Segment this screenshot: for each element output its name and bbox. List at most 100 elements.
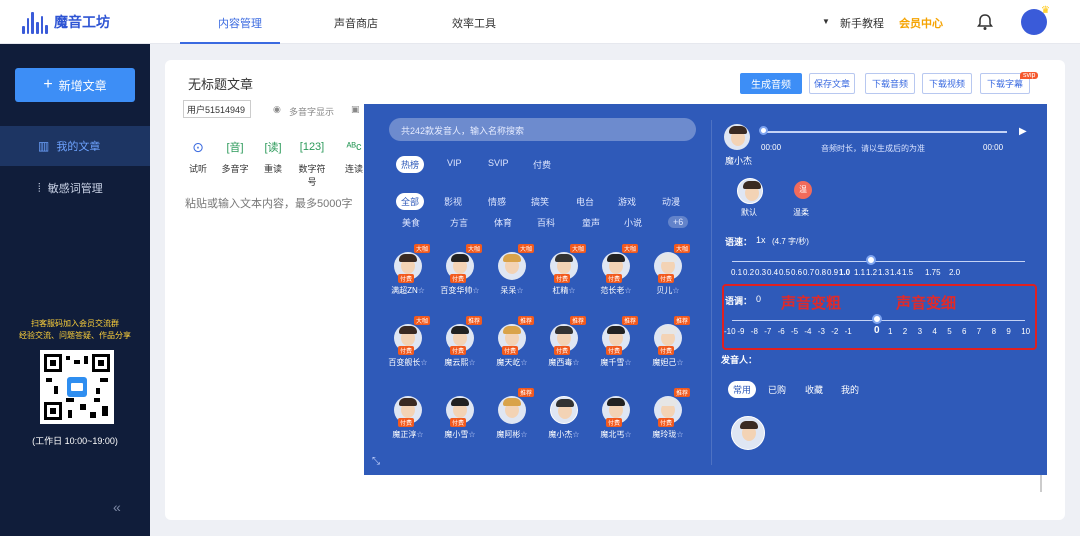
star-icon[interactable]: ☆ bbox=[572, 430, 579, 439]
star-icon[interactable]: ☆ bbox=[416, 430, 423, 439]
star-icon[interactable]: ☆ bbox=[676, 358, 683, 367]
voice-card[interactable]: 大咖 付费 百变舰长☆ bbox=[382, 316, 434, 368]
tab-paid[interactable]: 付费 bbox=[533, 158, 551, 171]
audio-progress-track[interactable] bbox=[762, 131, 1007, 133]
tool-number[interactable]: [123] 数字符号 bbox=[297, 138, 327, 188]
voice-card[interactable]: 魔小杰☆ bbox=[538, 396, 590, 440]
category-3[interactable]: 搞笑 bbox=[531, 195, 549, 208]
star-icon[interactable]: ☆ bbox=[468, 430, 475, 439]
generate-audio-button[interactable]: 生成音频 bbox=[740, 73, 802, 94]
play-icon[interactable]: ▶ bbox=[1019, 126, 1027, 137]
shrink-icon[interactable]: ⤡ bbox=[372, 456, 380, 467]
new-article-button[interactable]: + 新增文章 bbox=[15, 68, 135, 102]
star-icon[interactable]: ☆ bbox=[516, 286, 523, 295]
speaker-tab-common[interactable]: 常用 bbox=[728, 381, 757, 398]
voice-card[interactable]: 大咖 付费 范长老☆ bbox=[590, 244, 642, 296]
category-1[interactable]: 影视 bbox=[444, 195, 462, 208]
speaker-tab-fav[interactable]: 收藏 bbox=[805, 383, 823, 396]
speaker-tab-mine[interactable]: 我的 bbox=[841, 383, 859, 396]
voice-avatar: 大咖 付费 bbox=[394, 244, 430, 283]
voice-card[interactable]: 推荐 付费 魔玲珑☆ bbox=[642, 388, 694, 440]
voice-avatar: 推荐 付费 bbox=[602, 316, 638, 355]
voice-card[interactable]: 推荐 付费 魔云熙☆ bbox=[434, 316, 486, 368]
tab-tools[interactable]: 效率工具 bbox=[452, 15, 496, 31]
star-icon[interactable]: ☆ bbox=[672, 286, 679, 295]
star-icon[interactable]: ☆ bbox=[520, 430, 527, 439]
style-default[interactable] bbox=[737, 178, 763, 204]
voice-tag: 大咖 bbox=[621, 244, 638, 253]
category-0[interactable]: 全部 bbox=[396, 193, 425, 210]
category-6[interactable]: 动漫 bbox=[662, 195, 680, 208]
star-icon[interactable]: ☆ bbox=[624, 286, 631, 295]
category-2-0[interactable]: 美食 bbox=[402, 216, 420, 229]
tab-hot[interactable]: 热榜 bbox=[396, 156, 425, 173]
multi-display-toggle[interactable]: 多音字显示 bbox=[289, 105, 334, 118]
speed-track[interactable] bbox=[732, 261, 1025, 262]
audio-progress-thumb[interactable] bbox=[759, 126, 768, 135]
star-icon[interactable]: ☆ bbox=[568, 286, 575, 295]
save-article-button[interactable]: 保存文章 bbox=[809, 73, 855, 94]
collapse-sidebar-icon[interactable]: « bbox=[113, 499, 121, 515]
category-2[interactable]: 情感 bbox=[488, 195, 506, 208]
voice-card[interactable]: 大咖 付费 贝儿☆ bbox=[642, 244, 694, 296]
star-icon[interactable]: ☆ bbox=[472, 286, 479, 295]
tool-stress[interactable]: [读] 重读 bbox=[258, 138, 288, 175]
avatar[interactable]: ♛ bbox=[1021, 5, 1050, 35]
style-gentle-badge[interactable]: 温 bbox=[794, 181, 812, 199]
voice-card[interactable]: 推荐 付费 魔天屹☆ bbox=[486, 316, 538, 368]
voice-card[interactable]: 推荐 付费 魔西毒☆ bbox=[538, 316, 590, 368]
voice-search-input[interactable]: 共242款发音人，输入名称搜索 bbox=[389, 118, 696, 141]
speed-thumb[interactable] bbox=[866, 255, 876, 265]
voice-card[interactable]: 推荐 魔阿彬☆ bbox=[486, 388, 538, 440]
speed-tick: 1.0 bbox=[839, 268, 851, 277]
voice-card[interactable]: 大咖 呆呆☆ bbox=[486, 244, 538, 296]
category-2-2[interactable]: 体育 bbox=[494, 216, 512, 229]
category-2-3[interactable]: 百科 bbox=[537, 216, 555, 229]
star-icon[interactable]: ☆ bbox=[572, 358, 579, 367]
star-icon[interactable]: ☆ bbox=[520, 358, 527, 367]
article-title[interactable]: 无标题文章 bbox=[188, 74, 253, 93]
top-bar: 魔音工坊 内容管理 声音商店 效率工具 ▼ 新手教程 会员中心 ♛ bbox=[0, 0, 1080, 44]
category-2-4[interactable]: 童声 bbox=[582, 216, 600, 229]
logo[interactable]: 魔音工坊 bbox=[22, 10, 110, 34]
speaker-tab-bought[interactable]: 已购 bbox=[768, 383, 786, 396]
article-textarea[interactable]: 粘贴或输入文本内容，最多5000字 bbox=[185, 195, 352, 211]
voice-card[interactable]: 推荐 付费 魔妲己☆ bbox=[642, 316, 694, 368]
speed-note: (4.7 字/秒) bbox=[772, 237, 809, 246]
star-icon[interactable]: ☆ bbox=[420, 358, 427, 367]
star-icon[interactable]: ☆ bbox=[468, 358, 475, 367]
tab-vip[interactable]: VIP bbox=[447, 158, 462, 168]
voice-card[interactable]: 推荐 付费 魔千雪☆ bbox=[590, 316, 642, 368]
vip-center-link[interactable]: 会员中心 bbox=[899, 15, 943, 31]
tutorial-link[interactable]: 新手教程 bbox=[840, 15, 884, 31]
star-icon[interactable]: ☆ bbox=[624, 358, 631, 367]
category-5[interactable]: 游戏 bbox=[618, 195, 636, 208]
category-4[interactable]: 电台 bbox=[576, 195, 594, 208]
download-video-button[interactable]: 下载视频 bbox=[922, 73, 972, 94]
category-2-6[interactable]: +6 bbox=[668, 216, 689, 228]
voice-card[interactable]: 大咖 付费 杠精☆ bbox=[538, 244, 590, 296]
svip-badge: svip bbox=[1020, 72, 1039, 79]
star-icon[interactable]: ☆ bbox=[676, 430, 683, 439]
download-audio-button[interactable]: 下载音频 bbox=[865, 73, 915, 94]
star-icon[interactable]: ☆ bbox=[418, 286, 425, 295]
voice-card[interactable]: 大咖 付费 百变华帅☆ bbox=[434, 244, 486, 296]
voice-card[interactable]: 付费 魔北丐☆ bbox=[590, 396, 642, 440]
tab-svip[interactable]: SVIP bbox=[488, 158, 509, 168]
sidebar-item-articles[interactable]: ▥ 我的文章 bbox=[0, 126, 150, 166]
recent-speaker-avatar[interactable] bbox=[731, 416, 765, 450]
doc-icon[interactable]: ▣ bbox=[351, 104, 360, 115]
tab-voice-store[interactable]: 声音商店 bbox=[334, 15, 378, 31]
voice-card[interactable]: 大咖 付费 满超ZN☆ bbox=[382, 244, 434, 296]
bell-icon[interactable] bbox=[976, 13, 994, 31]
voice-card[interactable]: 付费 魔小雪☆ bbox=[434, 396, 486, 440]
category-2-5[interactable]: 小说 bbox=[624, 216, 642, 229]
tool-polyphone[interactable]: [音] 多音字 bbox=[220, 138, 250, 175]
tool-preview[interactable]: ⊙ 试听 bbox=[183, 138, 213, 175]
user-input[interactable]: 用户51514949 bbox=[183, 100, 251, 118]
tab-content[interactable]: 内容管理 bbox=[218, 15, 262, 31]
category-2-1[interactable]: 方言 bbox=[450, 216, 468, 229]
star-icon[interactable]: ☆ bbox=[624, 430, 631, 439]
sidebar-item-sensitive[interactable]: ⦙ 敏感词管理 bbox=[0, 168, 150, 208]
voice-card[interactable]: 付费 魔正淳☆ bbox=[382, 396, 434, 440]
